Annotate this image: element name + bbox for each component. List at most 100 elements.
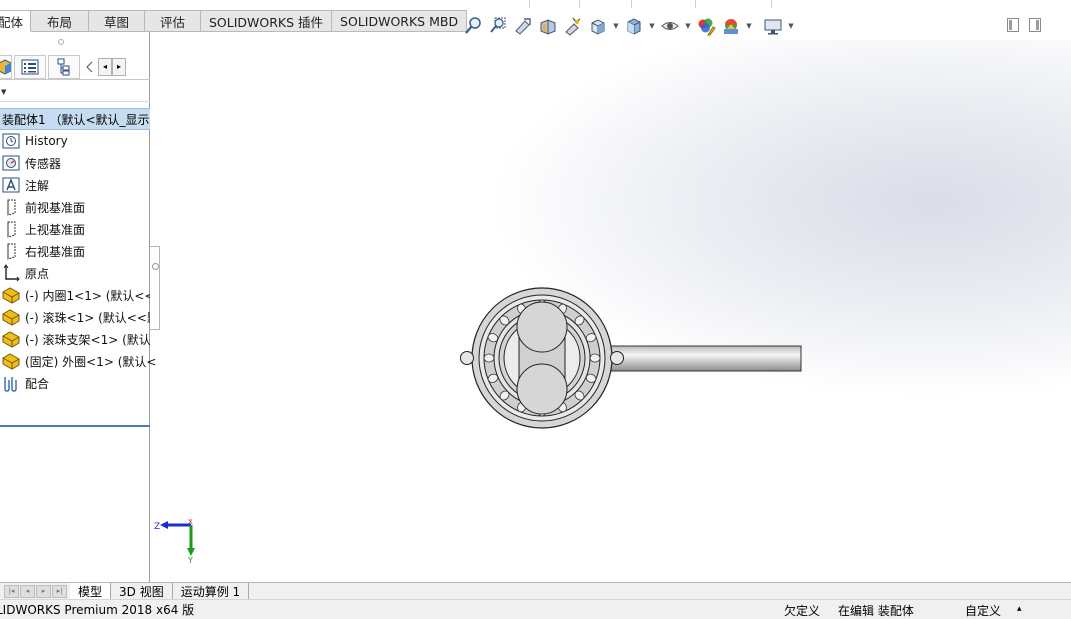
chevron-down-icon[interactable]: ▼ (745, 15, 753, 37)
tree-item-ball[interactable]: (-) 滚珠<1> (默认<<默 (0, 306, 160, 328)
mates-icon (0, 373, 22, 393)
tree-item-label: 传感器 (25, 156, 62, 171)
tree-item-ball-cage[interactable]: (-) 滚珠支架<1> (默认 (0, 328, 160, 350)
apply-scene-icon[interactable] (720, 15, 742, 37)
tree-item-label: 原点 (25, 266, 50, 281)
tree-item-label: 配合 (25, 376, 50, 391)
chevron-down-icon[interactable]: ▼ (787, 15, 795, 37)
tree-item-inner-ring[interactable]: (-) 内圈1<1> (默认<< (0, 284, 160, 306)
tree-item-label: (固定) 外圈<1> (默认< (25, 354, 157, 369)
flyout-tree-tab[interactable] (150, 246, 160, 330)
triad-y-label: Y (187, 556, 193, 565)
assembly-model[interactable]: Z X Y (151, 40, 1071, 582)
previous-view-icon[interactable] (512, 15, 534, 37)
hide-show-items-icon[interactable] (659, 15, 681, 37)
feature-manager-tab[interactable] (0, 54, 12, 79)
tabs-scroll-left-button[interactable]: ◂ (98, 57, 112, 76)
origin-icon (0, 263, 22, 283)
ribbon-divider (580, 0, 632, 8)
tree-item-front-plane[interactable]: 前视基准面 (0, 196, 160, 218)
tab-label: 布局 (46, 14, 72, 30)
tab-evaluate[interactable]: 评估 (145, 10, 201, 32)
tab-navigation: |◂ ◂ ▸ ▸| (4, 584, 70, 598)
chevron-down-icon[interactable]: ▼ (648, 15, 656, 37)
configuration-manager-tab[interactable] (48, 54, 80, 79)
tree-item-annotations[interactable]: 注解 (0, 174, 160, 196)
tree-item-sensors[interactable]: 传感器 (0, 152, 160, 174)
viewport-window-buttons (1007, 18, 1041, 32)
triad-x-label: X (188, 518, 193, 526)
part-icon (0, 329, 22, 349)
tree-item-right-plane[interactable]: 右视基准面 (0, 240, 160, 262)
tab-motion-study[interactable]: 运动算例 1 (172, 582, 250, 600)
tab-label: SOLIDWORKS 插件 (209, 14, 324, 30)
ribbon-divider (530, 0, 580, 8)
tab-solidworks-mbd[interactable]: SOLIDWORKS MBD (332, 10, 468, 32)
tab-label: 3D 视图 (119, 584, 164, 599)
panel-grip-icon[interactable] (58, 39, 64, 45)
status-editing: 在编辑 装配体 (838, 604, 914, 618)
tree-item-history[interactable]: History (0, 130, 160, 152)
graphics-viewport[interactable]: Z X Y (151, 40, 1071, 582)
solidworks-window: 配体 布局 草图 评估 SOLIDWORKS 插件 SOLIDWORKS MBD… (0, 0, 1071, 619)
tree-item-label: 注解 (25, 178, 50, 193)
plane-icon (0, 219, 22, 239)
tab-3d-views[interactable]: 3D 视图 (111, 582, 173, 600)
tab-sketch[interactable]: 草图 (89, 10, 145, 32)
tab-assembly[interactable]: 配体 (0, 10, 31, 32)
tab-label: 评估 (159, 14, 185, 30)
part-icon (0, 285, 22, 305)
feature-manager-panel: ◂ ▸ ▼ 装配体1 （默认<默认_显示状 History 传感器 注解 前视基… (0, 32, 159, 612)
tree-item-outer-ring[interactable]: (固定) 外圈<1> (默认< (0, 350, 160, 372)
tab-solidworks-addins[interactable]: SOLIDWORKS 插件 (201, 10, 333, 32)
tree-item-mates[interactable]: 配合 (0, 372, 160, 394)
plane-icon (0, 197, 22, 217)
section-view-icon[interactable] (537, 15, 559, 37)
tree-filter-row[interactable]: ▼ (0, 88, 150, 102)
tree-item-top-plane[interactable]: 上视基准面 (0, 218, 160, 240)
tree-item-label: History (25, 134, 68, 148)
tab-label: 配体 (0, 14, 24, 30)
left-pin[interactable] (460, 351, 474, 365)
manager-tabs: ◂ ▸ (0, 54, 150, 80)
zoom-to-area-icon[interactable] (487, 15, 509, 37)
collapse-left-panel-icon[interactable] (1007, 18, 1019, 32)
first-tab-icon[interactable]: |◂ (4, 584, 19, 598)
ribbon-divider (462, 0, 530, 8)
rolling-ball (589, 353, 601, 363)
collapse-right-panel-icon[interactable] (1029, 18, 1041, 32)
last-tab-icon[interactable]: ▸| (52, 584, 67, 598)
tab-label: SOLIDWORKS MBD (340, 13, 459, 29)
view-settings-icon[interactable] (762, 15, 784, 37)
status-caret-icon[interactable]: ▴ (1017, 604, 1022, 614)
tabs-scroll-right-button[interactable]: ▸ (112, 57, 126, 76)
next-tab-icon[interactable]: ▸ (36, 584, 51, 598)
plane-icon (0, 241, 22, 261)
rollback-bar[interactable] (0, 425, 150, 427)
tab-layout[interactable]: 布局 (31, 10, 89, 32)
property-manager-tab[interactable] (14, 54, 46, 79)
more-tabs-icon[interactable] (82, 55, 96, 79)
right-pin[interactable] (610, 351, 624, 365)
rolling-ball (483, 353, 495, 363)
inner-ring[interactable] (516, 301, 568, 415)
part-icon (0, 307, 22, 327)
chevron-down-icon[interactable]: ▼ (612, 15, 620, 37)
tab-model[interactable]: 模型 (70, 582, 112, 600)
tree-item-label: 上视基准面 (25, 222, 86, 237)
chevron-down-icon[interactable]: ▼ (684, 15, 692, 37)
tree-item-origin[interactable]: 原点 (0, 262, 160, 284)
shaft[interactable] (606, 345, 802, 372)
ribbon-divider (632, 0, 696, 8)
tree-root-assembly[interactable]: 装配体1 （默认<默认_显示状 (0, 108, 150, 130)
view-orientation-icon[interactable] (587, 15, 609, 37)
zoom-to-fit-icon[interactable] (462, 15, 484, 37)
tree-item-label: 前视基准面 (25, 200, 86, 215)
heads-up-view-toolbar: ▼ ▼ ▼ ▼ ▼ (462, 15, 795, 37)
edit-appearance-icon[interactable] (695, 15, 717, 37)
status-custom-units[interactable]: 自定义 (965, 602, 1001, 619)
display-style-icon[interactable] (623, 15, 645, 37)
previous-tab-icon[interactable]: ◂ (20, 584, 35, 598)
dynamic-annotation-icon[interactable] (562, 15, 584, 37)
tree-item-label: (-) 滚珠<1> (默认<<默 (25, 310, 159, 325)
